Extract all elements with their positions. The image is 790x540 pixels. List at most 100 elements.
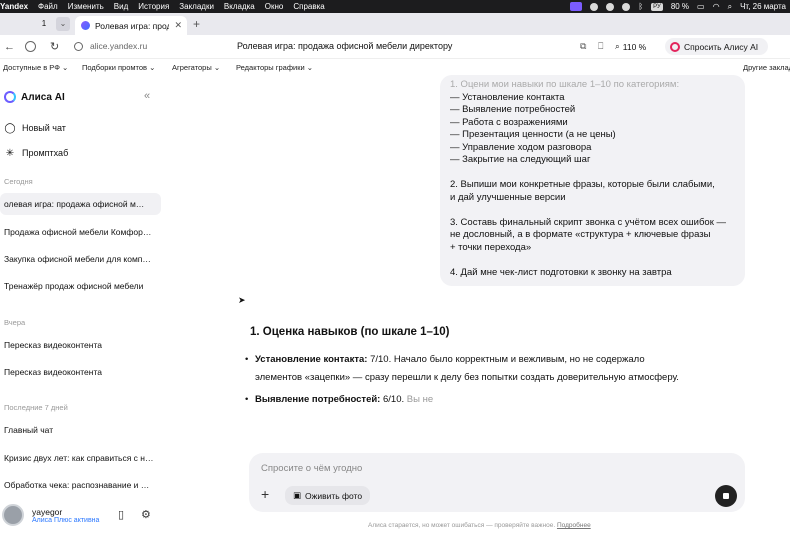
user-profile[interactable]: yayegor Алиса Плюс активна: [2, 504, 99, 526]
chat-item[interactable]: Кризис двух лет: как справиться с н…: [4, 453, 156, 463]
stop-generation-button[interactable]: [715, 485, 737, 507]
menu-bookmarks[interactable]: Закладки: [179, 2, 214, 11]
bookmark-icon[interactable]: ⎕: [598, 41, 603, 52]
animate-photo-button[interactable]: ▣ Оживить фото: [285, 486, 371, 505]
menu-file[interactable]: Файл: [38, 2, 58, 11]
chat-item[interactable]: Главный чат: [4, 425, 156, 435]
alice-ring-icon: [670, 41, 680, 52]
bookmark-folder-1[interactable]: Доступные в РФ ⌄: [3, 63, 68, 72]
telegram-icon[interactable]: [590, 2, 599, 11]
disclaimer: Алиса старается, но может ошибаться — пр…: [368, 522, 591, 529]
attach-plus-icon[interactable]: +: [261, 486, 269, 502]
other-bookmarks[interactable]: Другие заклад: [743, 63, 790, 72]
menu-window[interactable]: Окно: [265, 2, 284, 11]
message-line: 3. Составь финальный скрипт звонка с учё…: [450, 216, 726, 228]
bullet-label: Выявление потребностей:: [255, 394, 381, 405]
chat-item[interactable]: Закупка офисной мебели для комп…: [4, 254, 156, 264]
photo-icon: ▣: [293, 490, 302, 500]
menu-history[interactable]: История: [138, 2, 169, 11]
bluetooth-icon[interactable]: ᛒ: [638, 2, 643, 11]
menu-tab[interactable]: Вкладка: [224, 2, 255, 11]
chat-item[interactable]: Обработка чека: распознавание и …: [4, 480, 156, 490]
section-yesterday: Вчера: [4, 318, 26, 327]
tab-count[interactable]: 1: [37, 17, 51, 31]
bullet-text-streaming: Вы не: [404, 394, 434, 405]
alice-favicon-icon: [81, 21, 90, 30]
screen-record-icon[interactable]: [570, 2, 583, 11]
chat-item[interactable]: Пересказ видеоконтента: [4, 340, 156, 350]
chat-item-active[interactable]: олевая игра: продажа офисной м…: [0, 193, 161, 215]
section-last-7-days: Последние 7 дней: [4, 403, 68, 412]
tab-strip: 1 ⌄ Ролевая игра: продаж ✕ +: [0, 13, 790, 35]
message-composer: Спросите о чём угодно + ▣ Оживить фото: [249, 453, 745, 512]
ask-alice-label: Спросить Алису AI: [684, 41, 759, 52]
brand-name: Алиса AI: [21, 91, 65, 103]
battery-percent: 80 %: [670, 2, 690, 11]
copy-icon[interactable]: ⧉: [580, 41, 586, 52]
message-line: — Презентация ценности (а не цены): [450, 129, 616, 140]
new-chat-button[interactable]: ◯ Новый чат: [4, 122, 66, 134]
avatar: [2, 504, 24, 526]
chat-item[interactable]: Тренажёр продаж офисной мебели: [4, 281, 156, 291]
disclaimer-link[interactable]: Подробнее: [557, 522, 591, 529]
message-line: не дословный, а в формате «структура + к…: [450, 229, 711, 240]
chevron-down-icon: ⌄: [306, 63, 314, 72]
bullet-text: 6/10.: [380, 394, 405, 405]
search-icon[interactable]: ⌕: [728, 2, 732, 12]
sidebar: Алиса AI « ◯ Новый чат ✳ Промптхаб Сегод…: [0, 75, 163, 540]
bookmark-folder-2[interactable]: Подборки промтов ⌄: [82, 63, 155, 72]
menu-help[interactable]: Справка: [293, 2, 324, 11]
bookmark-folder-4[interactable]: Редакторы графики ⌄: [236, 63, 313, 72]
ask-alice-button[interactable]: Спросить Алису AI: [665, 38, 768, 55]
close-icon[interactable]: ✕: [174, 20, 182, 31]
keyboard-layout-icon[interactable]: РУ: [651, 2, 663, 11]
battery-icon[interactable]: ▭: [697, 2, 705, 11]
chevron-down-icon: ⌄: [213, 63, 221, 72]
yandex-icon[interactable]: [25, 41, 36, 52]
prompthub-label: Промптхаб: [22, 148, 69, 158]
url-field[interactable]: alice.yandex.ru: [90, 41, 147, 51]
dropbox-icon[interactable]: [622, 2, 631, 11]
message-line: — Закрытие на следующий шаг: [450, 154, 591, 165]
status-icon[interactable]: [606, 2, 615, 11]
chevron-down-icon[interactable]: ⌄: [56, 17, 70, 31]
menu-view[interactable]: Вид: [114, 2, 128, 11]
section-today: Сегодня: [4, 177, 33, 186]
prompthub-button[interactable]: ✳ Промптхаб: [4, 147, 68, 159]
clock[interactable]: Чт, 26 марта: [740, 2, 786, 11]
user-name: yayegor: [32, 506, 63, 517]
message-line: 4. Дай мне чек-лист подготовки к звонку …: [450, 266, 672, 278]
wifi-icon[interactable]: ◠: [713, 2, 720, 11]
message-input[interactable]: Спросите о чём угодно: [261, 463, 362, 474]
zoom-control[interactable]: ⌕ 110 %: [615, 39, 646, 54]
menu-edit[interactable]: Изменить: [68, 2, 104, 11]
chat-bubble-icon: ◯: [4, 122, 16, 134]
mouse-pointer-icon: ➤: [238, 295, 246, 305]
answer-heading: 1. Оценка навыков (по шкале 1–10): [250, 326, 450, 338]
user-message-bubble: 1. Оцени мои навыки по шкале 1–10 по кат…: [440, 75, 745, 286]
answer-bullet: Установление контакта: 7/10. Начало было…: [245, 351, 715, 387]
address-bar: ← ↻ alice.yandex.ru Ролевая игра: продаж…: [0, 35, 790, 59]
chat-item[interactable]: Продажа офисной мебели Комфор…: [4, 227, 156, 237]
chat-item[interactable]: Пересказ видеоконтента: [4, 367, 156, 377]
collapse-sidebar-icon[interactable]: «: [144, 90, 150, 102]
new-tab-plus-icon[interactable]: +: [193, 17, 200, 31]
refresh-icon[interactable]: ↻: [50, 40, 59, 54]
animate-photo-label: Оживить фото: [305, 490, 363, 501]
browser-tab-active[interactable]: Ролевая игра: продаж ✕: [75, 16, 187, 35]
brand[interactable]: Алиса AI: [4, 91, 65, 103]
chat-area: 1. Оцени мои навыки по шкале 1–10 по кат…: [163, 75, 790, 540]
site-info-icon[interactable]: [74, 42, 83, 51]
chevron-down-icon: ⌄: [149, 63, 156, 72]
bookmark-folder-3[interactable]: Агрегаторы ⌄: [172, 63, 220, 72]
phone-icon[interactable]: ▯: [118, 508, 124, 521]
menu-app-name[interactable]: Yandex: [0, 2, 28, 11]
message-line: — Управление ходом разговора: [450, 141, 592, 153]
new-chat-label: Новый чат: [22, 123, 66, 133]
bullet-text: 7/10. Начало было корректным и вежливым,…: [367, 354, 645, 365]
back-arrow-icon[interactable]: ←: [4, 40, 15, 54]
gear-icon[interactable]: ⚙: [141, 508, 151, 521]
message-line: + точки перехода»: [450, 241, 532, 253]
sparkle-icon: ✳: [5, 147, 15, 159]
